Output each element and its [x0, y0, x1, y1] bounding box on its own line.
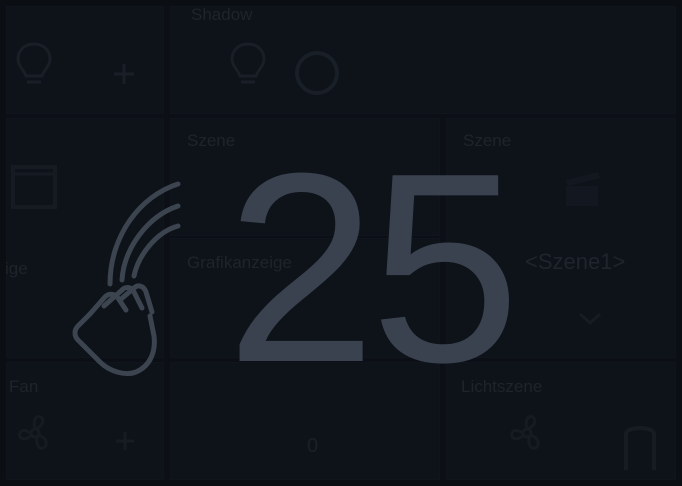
overlay-big-value: 25	[226, 118, 520, 419]
screen: Shadow ige Szene Grafikanzeige Szene <Sz…	[6, 6, 676, 480]
proximity-hand-icon	[72, 181, 181, 377]
